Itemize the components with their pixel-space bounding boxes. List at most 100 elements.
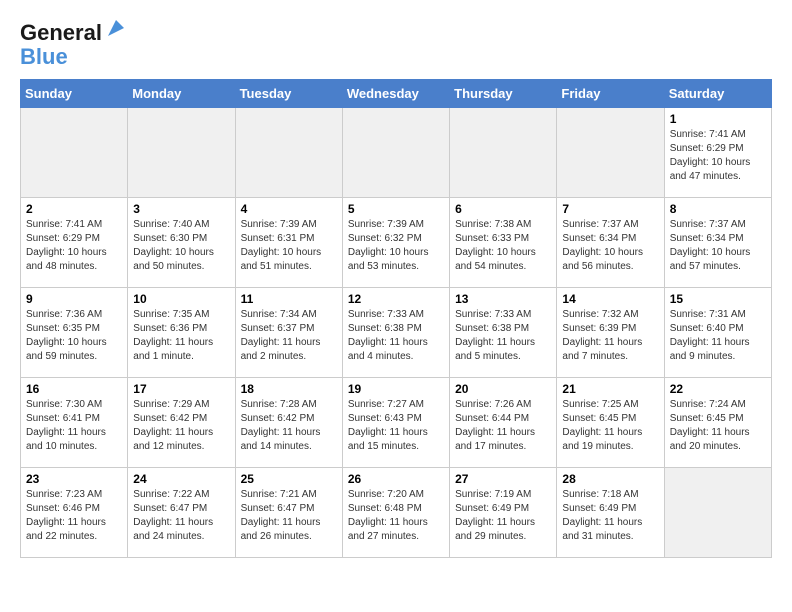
calendar-cell [450, 108, 557, 198]
day-number: 4 [241, 202, 337, 216]
calendar-cell [342, 108, 449, 198]
logo-icon [104, 16, 128, 40]
weekday-header-thursday: Thursday [450, 80, 557, 108]
day-info: Sunrise: 7:26 AMSunset: 6:44 PMDaylight:… [455, 398, 551, 454]
day-info: Sunrise: 7:37 AMSunset: 6:34 PMDaylight:… [670, 218, 766, 274]
calendar: SundayMondayTuesdayWednesdayThursdayFrid… [20, 79, 772, 558]
calendar-cell: 21 Sunrise: 7:25 AMSunset: 6:45 PMDayligh… [557, 378, 664, 468]
day-number: 22 [670, 382, 766, 396]
day-number: 14 [562, 292, 658, 306]
calendar-cell: 22Sunrise: 7:24 AMSunset: 6:45 PMDayligh… [664, 378, 771, 468]
day-info: Sunrise: 7:23 AMSunset: 6:46 PMDaylight:… [26, 488, 122, 544]
logo: GeneralBlue [20, 20, 128, 69]
day-number: 1 [670, 112, 766, 126]
day-info: Sunrise: 7:38 AMSunset: 6:33 PMDaylight:… [455, 218, 551, 274]
day-number: 23 [26, 472, 122, 486]
day-info: Sunrise: 7:31 AMSunset: 6:40 PMDaylight:… [670, 308, 766, 364]
calendar-cell: 9Sunrise: 7:36 AMSunset: 6:35 PMDaylight… [21, 288, 128, 378]
day-info: Sunrise: 7:27 AMSunset: 6:43 PMDaylight:… [348, 398, 444, 454]
weekday-header-row: SundayMondayTuesdayWednesdayThursdayFrid… [21, 80, 772, 108]
weekday-header-monday: Monday [128, 80, 235, 108]
calendar-cell: 2 Sunrise: 7:41 AMSunset: 6:29 PMDaylight… [21, 198, 128, 288]
weekday-header-saturday: Saturday [664, 80, 771, 108]
day-info: Sunrise: 7:40 AMSunset: 6:30 PMDaylight:… [133, 218, 229, 274]
day-number: 21 [562, 382, 658, 396]
calendar-cell: 12 Sunrise: 7:33 AMSunset: 6:38 PMDayligh… [342, 288, 449, 378]
day-info: Sunrise: 7:39 AMSunset: 6:32 PMDaylight:… [348, 218, 444, 274]
day-number: 27 [455, 472, 551, 486]
calendar-cell [235, 108, 342, 198]
calendar-cell: 25 Sunrise: 7:21 AMSunset: 6:47 PMDayligh… [235, 468, 342, 558]
day-number: 26 [348, 472, 444, 486]
day-info: Sunrise: 7:36 AMSunset: 6:35 PMDaylight:… [26, 308, 122, 364]
day-info: Sunrise: 7:25 AMSunset: 6:45 PMDaylight:… [562, 398, 658, 454]
day-info: Sunrise: 7:30 AMSunset: 6:41 PMDaylight:… [26, 398, 122, 454]
day-info: Sunrise: 7:41 AMSunset: 6:29 PMDaylight:… [670, 128, 766, 184]
day-number: 19 [348, 382, 444, 396]
calendar-cell [557, 108, 664, 198]
calendar-cell: 13 Sunrise: 7:33 AMSunset: 6:38 PMDayligh… [450, 288, 557, 378]
day-number: 12 [348, 292, 444, 306]
calendar-cell: 7 Sunrise: 7:37 AMSunset: 6:34 PMDaylight… [557, 198, 664, 288]
day-number: 13 [455, 292, 551, 306]
calendar-cell: 1 Sunrise: 7:41 AMSunset: 6:29 PMDaylight… [664, 108, 771, 198]
calendar-cell: 6 Sunrise: 7:38 AMSunset: 6:33 PMDaylight… [450, 198, 557, 288]
day-info: Sunrise: 7:28 AMSunset: 6:42 PMDaylight:… [241, 398, 337, 454]
calendar-cell: 5 Sunrise: 7:39 AMSunset: 6:32 PMDaylight… [342, 198, 449, 288]
calendar-cell: 4 Sunrise: 7:39 AMSunset: 6:31 PMDaylight… [235, 198, 342, 288]
calendar-cell [664, 468, 771, 558]
week-row-1: 2 Sunrise: 7:41 AMSunset: 6:29 PMDaylight… [21, 198, 772, 288]
calendar-cell: 28 Sunrise: 7:18 AMSunset: 6:49 PMDayligh… [557, 468, 664, 558]
calendar-cell: 16 Sunrise: 7:30 AMSunset: 6:41 PMDayligh… [21, 378, 128, 468]
calendar-cell: 23 Sunrise: 7:23 AMSunset: 6:46 PMDayligh… [21, 468, 128, 558]
day-number: 2 [26, 202, 122, 216]
logo-text: GeneralBlue [20, 20, 128, 69]
day-info: Sunrise: 7:21 AMSunset: 6:47 PMDaylight:… [241, 488, 337, 544]
day-info: Sunrise: 7:39 AMSunset: 6:31 PMDaylight:… [241, 218, 337, 274]
day-number: 28 [562, 472, 658, 486]
day-info: Sunrise: 7:19 AMSunset: 6:49 PMDaylight:… [455, 488, 551, 544]
day-number: 17 [133, 382, 229, 396]
day-number: 25 [241, 472, 337, 486]
day-number: 15 [670, 292, 766, 306]
calendar-cell [128, 108, 235, 198]
day-number: 5 [348, 202, 444, 216]
day-number: 8 [670, 202, 766, 216]
day-number: 18 [241, 382, 337, 396]
calendar-cell: 17 Sunrise: 7:29 AMSunset: 6:42 PMDayligh… [128, 378, 235, 468]
calendar-cell: 18 Sunrise: 7:28 AMSunset: 6:42 PMDayligh… [235, 378, 342, 468]
day-info: Sunrise: 7:34 AMSunset: 6:37 PMDaylight:… [241, 308, 337, 364]
weekday-header-friday: Friday [557, 80, 664, 108]
day-number: 7 [562, 202, 658, 216]
calendar-cell: 24 Sunrise: 7:22 AMSunset: 6:47 PMDayligh… [128, 468, 235, 558]
day-info: Sunrise: 7:18 AMSunset: 6:49 PMDaylight:… [562, 488, 658, 544]
day-number: 6 [455, 202, 551, 216]
weekday-header-tuesday: Tuesday [235, 80, 342, 108]
day-info: Sunrise: 7:33 AMSunset: 6:38 PMDaylight:… [348, 308, 444, 364]
day-info: Sunrise: 7:29 AMSunset: 6:42 PMDaylight:… [133, 398, 229, 454]
calendar-cell: 8 Sunrise: 7:37 AMSunset: 6:34 PMDaylight… [664, 198, 771, 288]
day-info: Sunrise: 7:20 AMSunset: 6:48 PMDaylight:… [348, 488, 444, 544]
day-number: 16 [26, 382, 122, 396]
day-info: Sunrise: 7:22 AMSunset: 6:47 PMDaylight:… [133, 488, 229, 544]
day-number: 24 [133, 472, 229, 486]
calendar-cell [21, 108, 128, 198]
calendar-cell: 20 Sunrise: 7:26 AMSunset: 6:44 PMDayligh… [450, 378, 557, 468]
day-number: 10 [133, 292, 229, 306]
calendar-cell: 19 Sunrise: 7:27 AMSunset: 6:43 PMDayligh… [342, 378, 449, 468]
calendar-cell: 11 Sunrise: 7:34 AMSunset: 6:37 PMDayligh… [235, 288, 342, 378]
day-info: Sunrise: 7:37 AMSunset: 6:34 PMDaylight:… [562, 218, 658, 274]
day-info: Sunrise: 7:41 AMSunset: 6:29 PMDaylight:… [26, 218, 122, 274]
day-number: 3 [133, 202, 229, 216]
day-number: 20 [455, 382, 551, 396]
week-row-4: 23 Sunrise: 7:23 AMSunset: 6:46 PMDayligh… [21, 468, 772, 558]
day-number: 11 [241, 292, 337, 306]
calendar-cell: 27 Sunrise: 7:19 AMSunset: 6:49 PMDayligh… [450, 468, 557, 558]
week-row-3: 16 Sunrise: 7:30 AMSunset: 6:41 PMDayligh… [21, 378, 772, 468]
day-info: Sunrise: 7:33 AMSunset: 6:38 PMDaylight:… [455, 308, 551, 364]
day-info: Sunrise: 7:32 AMSunset: 6:39 PMDaylight:… [562, 308, 658, 364]
calendar-cell: 10Sunrise: 7:35 AMSunset: 6:36 PMDayligh… [128, 288, 235, 378]
calendar-cell: 3 Sunrise: 7:40 AMSunset: 6:30 PMDaylight… [128, 198, 235, 288]
week-row-0: 1 Sunrise: 7:41 AMSunset: 6:29 PMDaylight… [21, 108, 772, 198]
calendar-cell: 14 Sunrise: 7:32 AMSunset: 6:39 PMDayligh… [557, 288, 664, 378]
